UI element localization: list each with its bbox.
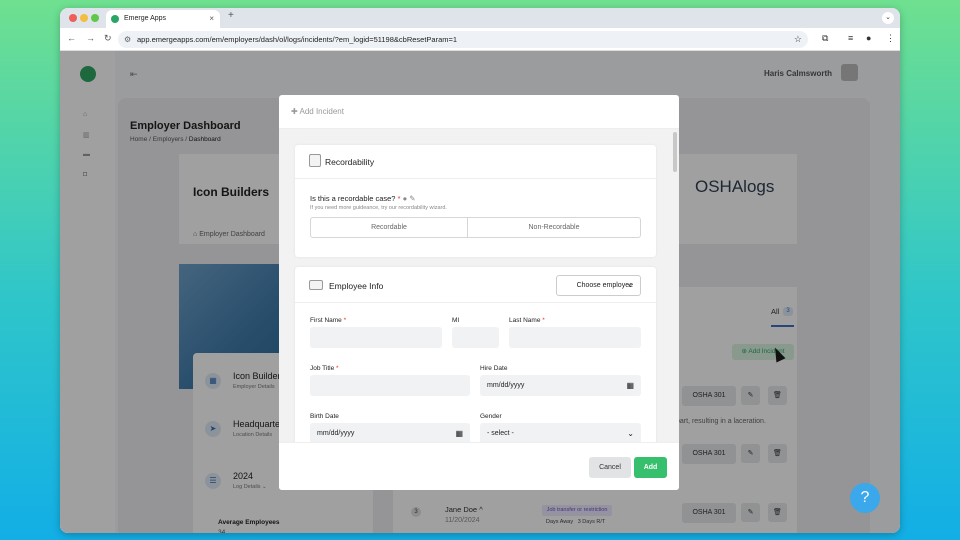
choose-employee-select[interactable]: Choose employee ⌄	[556, 275, 641, 296]
profile-icon[interactable]: ●	[866, 33, 871, 43]
add-button[interactable]: Add	[634, 457, 667, 478]
job-title-label: Job Title *	[310, 365, 339, 372]
calendar-icon[interactable]: ▦	[626, 375, 634, 396]
non-recordable-option[interactable]: Non-Recordable	[468, 218, 640, 237]
section-title: Recordability	[325, 157, 375, 167]
app-content: ⌂ ▥ ▬ ◘ ⇤ Haris Calmsworth Employer Dash…	[60, 51, 900, 533]
modal-footer: Cancel Add	[279, 442, 679, 490]
tab-close-icon[interactable]: ×	[209, 10, 214, 28]
bookmark-star-icon[interactable]: ☆	[794, 31, 802, 48]
employee-info-section: Employee Info Choose employee ⌄ First Nam…	[295, 267, 656, 442]
birth-date-label: Birth Date	[310, 413, 339, 420]
menu-kebab-icon[interactable]: ⋮	[886, 33, 895, 44]
recordability-section: Recordability Is this a recordable case?…	[295, 145, 656, 257]
forward-arrow-icon[interactable]: →	[86, 33, 95, 43]
tab-title: Emerge Apps	[124, 15, 167, 22]
tab-bar: Emerge Apps × + ⌄	[60, 8, 900, 28]
gender-label: Gender	[480, 413, 502, 420]
favicon-icon	[111, 15, 119, 23]
mi-label: MI	[452, 317, 460, 324]
section-title: Employee Info	[329, 281, 384, 291]
pencil-icon[interactable]: ✎	[409, 194, 415, 203]
section-header: Recordability	[295, 145, 656, 179]
id-card-icon	[309, 280, 323, 290]
help-button[interactable]: ?	[850, 483, 880, 513]
new-tab-icon[interactable]: +	[228, 10, 234, 21]
recordable-question: Is this a recordable case? * ● ✎	[310, 194, 416, 203]
hire-date-input[interactable]: mm/dd/yyyy ▦	[480, 375, 641, 396]
modal-body[interactable]: Recordability Is this a recordable case?…	[279, 129, 679, 442]
url-text: app.emergeapps.com/em/employers/dash/ol/…	[137, 35, 458, 44]
browser-window: Emerge Apps × + ⌄ ← → ↻ ⚙ app.emergeapps…	[60, 8, 900, 533]
cancel-button[interactable]: Cancel	[589, 457, 631, 478]
info-icon[interactable]: ●	[403, 194, 408, 203]
first-name-label: First Name *	[310, 317, 347, 324]
clipboard-icon	[309, 154, 321, 167]
recordable-option[interactable]: Recordable	[311, 218, 468, 237]
job-title-input[interactable]	[310, 375, 470, 396]
birth-date-input[interactable]: mm/dd/yyyy ▦	[310, 423, 470, 442]
recordable-hint: If you need more guideance, try our reco…	[310, 205, 447, 211]
calendar-icon[interactable]: ▦	[455, 423, 463, 442]
address-bar[interactable]: ⚙ app.emergeapps.com/em/employers/dash/o…	[118, 31, 808, 48]
extensions-icon[interactable]: ⧉	[822, 33, 828, 44]
scrollbar[interactable]	[673, 132, 677, 172]
hire-date-label: Hire Date	[480, 365, 508, 372]
first-name-input[interactable]	[310, 327, 442, 348]
section-header: Employee Info Choose employee ⌄	[295, 267, 656, 303]
chevron-down-icon: ⌄	[627, 282, 633, 289]
back-arrow-icon[interactable]: ←	[67, 33, 76, 43]
modal-header: ✚ Add Incident	[279, 95, 679, 129]
gender-select[interactable]: - select - ⌄	[480, 423, 641, 442]
last-name-label: Last Name *	[509, 317, 545, 324]
last-name-input[interactable]	[509, 327, 641, 348]
browser-tab[interactable]: Emerge Apps ×	[106, 10, 220, 28]
media-icon[interactable]: ≡	[848, 33, 853, 43]
chevron-down-icon: ⌄	[627, 429, 634, 438]
recordable-toggle: Recordable Non-Recordable	[310, 217, 641, 238]
minimize-window-dot[interactable]	[80, 14, 88, 22]
close-window-dot[interactable]	[69, 14, 77, 22]
reload-icon[interactable]: ↻	[104, 33, 112, 44]
maximize-window-dot[interactable]	[91, 14, 99, 22]
site-settings-icon[interactable]: ⚙	[124, 31, 131, 48]
modal-title: ✚ Add Incident	[291, 107, 344, 116]
add-incident-modal: ✚ Add Incident Recordability Is this a r…	[279, 95, 679, 490]
browser-toolbar: ← → ↻ ⚙ app.emergeapps.com/em/employers/…	[60, 28, 900, 51]
tab-search-chevron-icon[interactable]: ⌄	[882, 12, 894, 24]
mi-input[interactable]	[452, 327, 499, 348]
